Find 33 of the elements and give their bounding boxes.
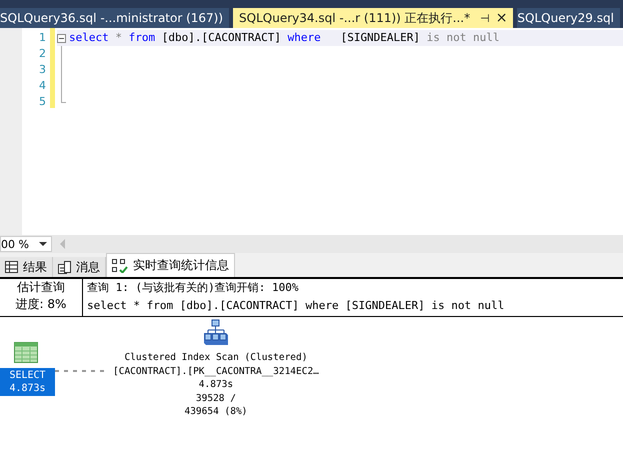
result-tab[interactable]: 结果	[0, 257, 53, 277]
grid-icon	[5, 261, 18, 273]
message-icon	[58, 260, 71, 274]
document-tab[interactable]: SQLQuery36.sql -...ministrator (167))	[0, 8, 230, 28]
query-cost: 查询 1: (与该批有关的)查询开销: 100%	[87, 280, 300, 296]
document-tab[interactable]: SQLQuery29.sql	[517, 8, 620, 28]
line-number: 3	[38, 62, 46, 78]
operator-object: [CACONTRACT].[PK__CACONTRA__3214EC2…	[113, 364, 319, 378]
progress-value: 进度: 8%	[16, 296, 66, 313]
index-scan-icon	[202, 319, 230, 347]
operator-rows: 39528 /	[196, 392, 236, 405]
result-tab[interactable]: 消息	[53, 257, 106, 277]
zoom-dropdown[interactable]: 00 %	[0, 236, 52, 252]
pin-icon[interactable]: ⊣	[480, 12, 490, 24]
select-node[interactable]: SELECT 4.873s	[0, 368, 55, 396]
collapse-icon[interactable]	[57, 34, 66, 42]
caret-icon	[39, 242, 47, 246]
document-tab[interactable]: SQLQuery34.sql -...r (111)) 正在执行...* ⊣ ×	[233, 8, 514, 28]
outline-line	[61, 46, 66, 103]
progress-label: 估计查询	[17, 279, 65, 296]
operator-time: 4.873s	[198, 378, 234, 392]
result-tab[interactable]: 实时查询统计信息	[106, 253, 235, 277]
code-line: select * from [dbo].[CACONTRACT] where [SIGNDEALER] is not null	[69, 30, 500, 46]
close-icon[interactable]: ×	[496, 10, 508, 26]
line-number: 2	[38, 46, 46, 62]
line-number: 4	[38, 78, 46, 94]
stats-icon	[112, 258, 128, 272]
line-number: 1	[38, 30, 46, 46]
query-statement: select * from [dbo].[CACONTRACT] where [SIGNDEALER] is not null	[87, 298, 504, 314]
operator-title: Clustered Index Scan (Clustered)	[124, 351, 308, 364]
line-number: 5	[38, 94, 46, 110]
operator-estimate: 439654 (8%)	[184, 405, 248, 418]
table-icon	[14, 342, 38, 363]
